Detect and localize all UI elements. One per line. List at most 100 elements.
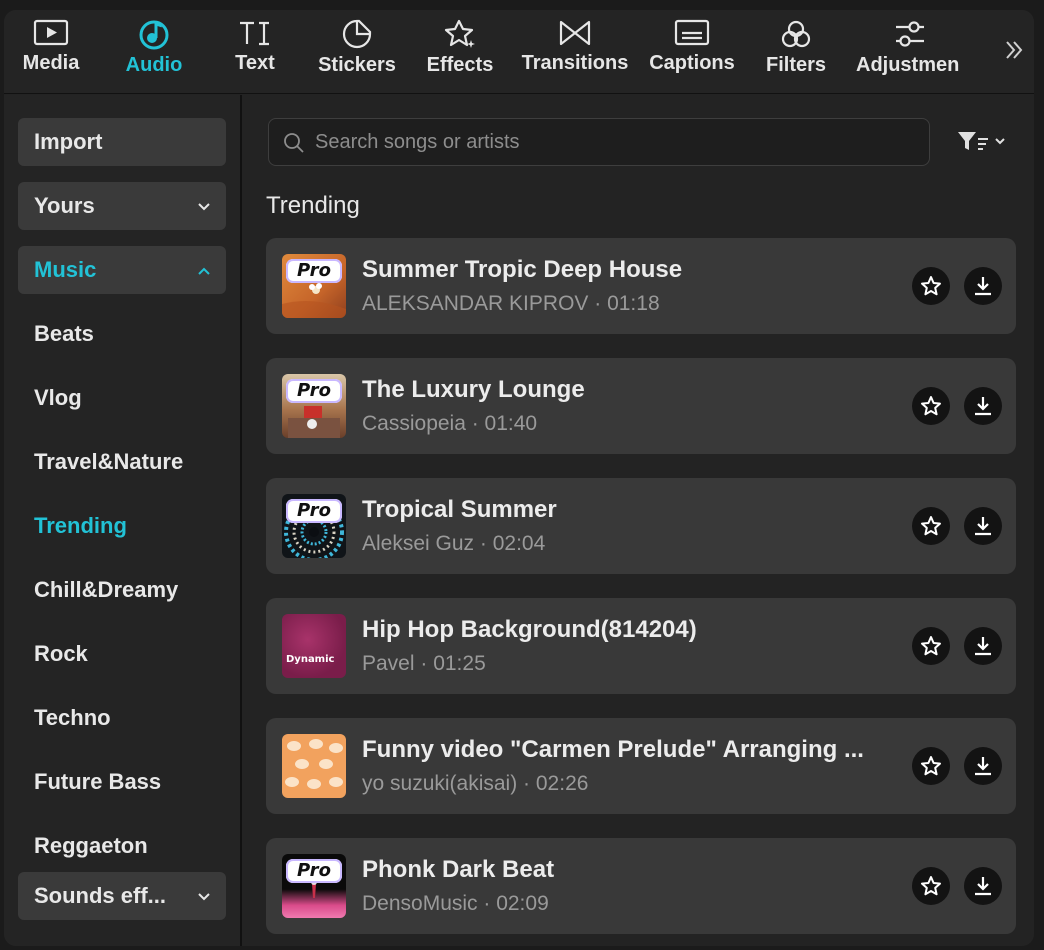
sidebar-item-techno[interactable]: Techno bbox=[34, 705, 111, 731]
search-box[interactable] bbox=[268, 118, 930, 166]
tab-stickers-label: Stickers bbox=[318, 54, 396, 76]
favorite-button[interactable] bbox=[912, 387, 950, 425]
chevron-down-icon bbox=[198, 872, 210, 920]
more-tabs-button[interactable] bbox=[1004, 36, 1024, 68]
tab-captions[interactable]: Captions bbox=[646, 18, 738, 90]
tab-effects-label: Effects bbox=[426, 54, 494, 76]
tab-adjustment-label: Adjustmen bbox=[856, 54, 960, 76]
star-icon bbox=[921, 876, 941, 896]
track-cover: Pro bbox=[282, 374, 346, 438]
favorite-button[interactable] bbox=[912, 747, 950, 785]
star-icon bbox=[921, 756, 941, 776]
track-cover: Pro bbox=[282, 494, 346, 558]
download-icon bbox=[975, 637, 991, 656]
track-meta: Aleksei Guz · 02:04 bbox=[362, 532, 546, 555]
sidebar-item-beats[interactable]: Beats bbox=[34, 321, 94, 347]
cover-text: Dynamic bbox=[286, 654, 335, 665]
search-input[interactable] bbox=[315, 119, 915, 165]
track-cover bbox=[282, 734, 346, 798]
track-item[interactable]: Pro Phonk Dark Beat DensoMusic · 02:09 bbox=[266, 838, 1016, 934]
track-item[interactable]: Funny video "Carmen Prelude" Arranging .… bbox=[266, 718, 1016, 814]
tab-adjustment[interactable]: Adjustmen bbox=[856, 18, 964, 90]
tab-audio[interactable]: Audio bbox=[120, 18, 188, 90]
chevron-up-icon bbox=[198, 246, 210, 294]
top-toolbar: Media Audio Text Stickers Effects Transi… bbox=[4, 10, 1034, 94]
star-icon bbox=[921, 396, 941, 416]
sidebar-item-reggaeton[interactable]: Reggaeton bbox=[34, 833, 148, 859]
tab-media[interactable]: Media bbox=[16, 18, 86, 90]
track-title: Funny video "Carmen Prelude" Arranging .… bbox=[362, 736, 864, 763]
search-icon bbox=[284, 133, 304, 153]
track-meta: Cassiopeia · 01:40 bbox=[362, 412, 538, 435]
track-meta: DensoMusic · 02:09 bbox=[362, 892, 549, 915]
yours-category[interactable]: Yours bbox=[18, 182, 226, 230]
track-title: Hip Hop Background(814204) bbox=[362, 616, 697, 643]
download-button[interactable] bbox=[964, 387, 1002, 425]
track-meta: yo suzuki(akisai) · 02:26 bbox=[362, 772, 589, 795]
download-button[interactable] bbox=[964, 867, 1002, 905]
music-category[interactable]: Music bbox=[18, 246, 226, 294]
text-icon bbox=[240, 21, 269, 46]
favorite-button[interactable] bbox=[912, 867, 950, 905]
filters-icon bbox=[781, 20, 811, 48]
download-icon bbox=[975, 757, 991, 776]
star-icon bbox=[921, 636, 941, 656]
track-item[interactable]: Pro The Luxury Lounge Cassiopeia · 01:40 bbox=[266, 358, 1016, 454]
pro-badge: Pro bbox=[286, 859, 342, 883]
track-cover: Pro bbox=[282, 254, 346, 318]
star-icon bbox=[921, 276, 941, 296]
tab-audio-label: Audio bbox=[125, 54, 183, 76]
tab-effects[interactable]: Effects bbox=[422, 18, 498, 90]
media-icon bbox=[33, 19, 69, 46]
filter-icon bbox=[958, 132, 1005, 150]
track-title: Tropical Summer bbox=[362, 496, 557, 523]
track-item[interactable]: Pro Tropical Summer Aleksei Guz · 02:04 bbox=[266, 478, 1016, 574]
download-icon bbox=[975, 277, 991, 296]
import-button[interactable]: Import bbox=[18, 118, 226, 166]
import-label: Import bbox=[34, 129, 103, 154]
filter-sort-button[interactable] bbox=[956, 130, 1008, 159]
tab-filters-label: Filters bbox=[765, 54, 827, 76]
favorite-button[interactable] bbox=[912, 627, 950, 665]
double-chevron-right-icon bbox=[1006, 41, 1023, 59]
tab-transitions-label: Transitions bbox=[521, 52, 629, 74]
sidebar-item-vlog[interactable]: Vlog bbox=[34, 385, 82, 411]
sidebar-item-rock[interactable]: Rock bbox=[34, 641, 88, 667]
tab-text[interactable]: Text bbox=[226, 18, 284, 90]
audio-panel-window: Media Audio Text Stickers Effects Transi… bbox=[4, 10, 1034, 946]
tab-stickers[interactable]: Stickers bbox=[316, 18, 398, 90]
music-list-panel: Trending Pro Summer Tropic Deep House AL… bbox=[244, 95, 1034, 946]
tab-filters[interactable]: Filters bbox=[762, 18, 830, 90]
star-icon bbox=[921, 516, 941, 536]
stickers-icon bbox=[342, 19, 372, 49]
favorite-button[interactable] bbox=[912, 267, 950, 305]
tab-transitions[interactable]: Transitions bbox=[518, 18, 632, 90]
download-button[interactable] bbox=[964, 747, 1002, 785]
download-button[interactable] bbox=[964, 267, 1002, 305]
track-meta: ALEKSANDAR KIPROV · 01:18 bbox=[362, 292, 660, 315]
captions-icon bbox=[674, 19, 710, 46]
pro-badge: Pro bbox=[286, 259, 342, 283]
track-title: Phonk Dark Beat bbox=[362, 856, 555, 883]
sounds-effects-category[interactable]: Sounds eff... bbox=[18, 872, 226, 920]
adjustment-icon bbox=[896, 21, 924, 47]
sidebar-item-travel-nature[interactable]: Travel&Nature bbox=[34, 449, 183, 475]
chevron-down-icon bbox=[198, 182, 210, 230]
track-item[interactable]: Dynamic Hip Hop Background(814204) Pavel… bbox=[266, 598, 1016, 694]
download-icon bbox=[975, 397, 991, 416]
track-title: The Luxury Lounge bbox=[362, 376, 585, 403]
track-title: Summer Tropic Deep House bbox=[362, 256, 683, 283]
tab-captions-label: Captions bbox=[649, 52, 735, 74]
track-meta: Pavel · 01:25 bbox=[362, 652, 486, 675]
download-icon bbox=[975, 517, 991, 536]
track-cover: Dynamic bbox=[282, 614, 346, 678]
download-button[interactable] bbox=[964, 507, 1002, 545]
favorite-button[interactable] bbox=[912, 507, 950, 545]
tab-text-label: Text bbox=[235, 52, 275, 74]
download-button[interactable] bbox=[964, 627, 1002, 665]
track-item[interactable]: Pro Summer Tropic Deep House ALEKSANDAR … bbox=[266, 238, 1016, 334]
download-icon bbox=[975, 877, 991, 896]
sidebar-item-chill-dreamy[interactable]: Chill&Dreamy bbox=[34, 577, 178, 603]
sidebar-item-future-bass[interactable]: Future Bass bbox=[34, 769, 161, 795]
sidebar-item-trending[interactable]: Trending bbox=[34, 513, 127, 539]
